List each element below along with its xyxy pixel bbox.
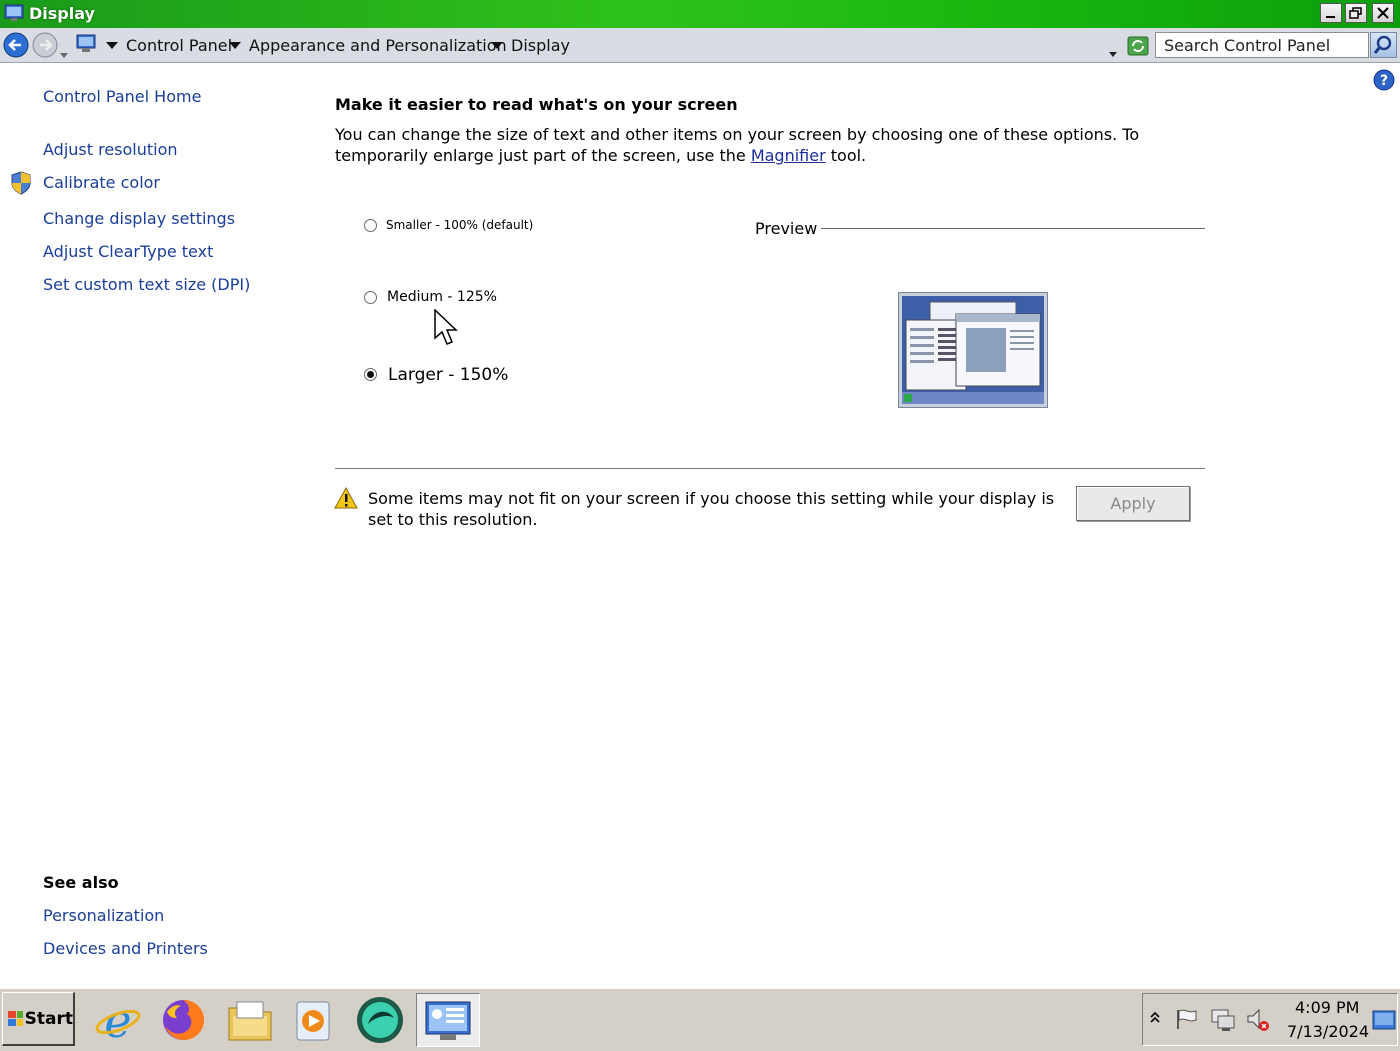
- help-icon[interactable]: ?: [1373, 69, 1395, 91]
- chevron-down-icon[interactable]: [491, 42, 503, 49]
- change-display-settings-link[interactable]: Change display settings: [43, 209, 235, 228]
- description-text-end: tool.: [825, 146, 867, 165]
- recent-pages-dropdown[interactable]: [60, 44, 68, 58]
- option-medium-label[interactable]: Medium - 125%: [387, 289, 497, 305]
- personalization-link[interactable]: Personalization: [43, 906, 164, 925]
- apply-button[interactable]: Apply: [1076, 486, 1190, 521]
- start-button[interactable]: Start: [2, 992, 75, 1046]
- search-box: [1155, 32, 1369, 58]
- refresh-button[interactable]: [1127, 36, 1149, 56]
- warning-icon: [334, 486, 358, 509]
- radio-smaller[interactable]: [364, 219, 377, 232]
- control-panel-taskbar-icon[interactable]: [420, 994, 476, 1046]
- restore-button[interactable]: [1345, 3, 1367, 23]
- page-heading: Make it easier to read what's on your sc…: [335, 95, 738, 114]
- app-icon-circle[interactable]: [352, 994, 408, 1046]
- shield-icon: [10, 171, 32, 195]
- magnifier-link[interactable]: Magnifier: [751, 146, 826, 165]
- show-desktop-button[interactable]: [1372, 1008, 1396, 1034]
- radio-medium[interactable]: [364, 291, 377, 304]
- window-title: Display: [29, 4, 95, 23]
- section-divider: [335, 468, 1205, 469]
- breadcrumb-display[interactable]: Display: [511, 36, 570, 55]
- option-larger-label[interactable]: Larger - 150%: [388, 365, 508, 385]
- see-also-heading: See also: [43, 873, 119, 892]
- windows-logo-icon: [8, 1010, 23, 1026]
- svg-text:?: ?: [1380, 73, 1388, 89]
- minimize-button[interactable]: [1320, 3, 1342, 23]
- internet-explorer-icon[interactable]: e: [90, 994, 146, 1046]
- clock-date[interactable]: 7/13/2024: [1287, 1022, 1369, 1041]
- devices-printers-link[interactable]: Devices and Printers: [43, 939, 208, 958]
- option-smaller-label[interactable]: Smaller - 100% (default): [386, 218, 533, 232]
- address-dropdown-icon[interactable]: [1108, 43, 1118, 57]
- start-label: Start: [24, 1008, 73, 1029]
- breadcrumb-control-panel[interactable]: Control Panel: [126, 36, 232, 55]
- search-button[interactable]: [1370, 32, 1397, 58]
- show-hidden-icons-button[interactable]: [1149, 1010, 1161, 1024]
- firefox-icon[interactable]: [155, 994, 211, 1046]
- page-description: You can change the size of text and othe…: [335, 124, 1205, 166]
- control-panel-icon: [76, 34, 98, 54]
- chevron-down-icon[interactable]: [229, 42, 241, 49]
- adjust-resolution-link[interactable]: Adjust resolution: [43, 140, 178, 159]
- media-player-icon[interactable]: [285, 994, 341, 1046]
- forward-button[interactable]: [32, 32, 58, 58]
- control-panel-home-link[interactable]: Control Panel Home: [43, 87, 201, 106]
- warning-message: Some items may not fit on your screen if…: [368, 489, 1055, 529]
- action-center-flag-icon[interactable]: [1175, 1008, 1199, 1030]
- preview-divider: [821, 228, 1205, 229]
- custom-text-size-link[interactable]: Set custom text size (DPI): [43, 275, 250, 294]
- close-button[interactable]: [1372, 3, 1394, 23]
- title-bar: [0, 0, 1400, 28]
- preview-image: [898, 292, 1048, 408]
- file-explorer-icon[interactable]: [222, 994, 278, 1046]
- display-app-icon: [4, 3, 24, 23]
- back-button[interactable]: [3, 32, 29, 58]
- search-input[interactable]: [1156, 33, 1368, 57]
- clock-time[interactable]: 4:09 PM: [1295, 998, 1359, 1017]
- preview-label: Preview: [755, 219, 818, 238]
- mouse-cursor-icon: [434, 308, 460, 349]
- svg-text:e: e: [104, 996, 131, 1044]
- adjust-cleartype-link[interactable]: Adjust ClearType text: [43, 242, 213, 261]
- description-text: You can change the size of text and othe…: [335, 125, 1140, 165]
- radio-larger[interactable]: [364, 368, 377, 381]
- volume-muted-icon[interactable]: [1245, 1007, 1271, 1033]
- network-icon[interactable]: [1210, 1008, 1236, 1032]
- chevron-down-icon[interactable]: [106, 42, 118, 49]
- calibrate-color-link[interactable]: Calibrate color: [43, 173, 160, 192]
- breadcrumb-appearance[interactable]: Appearance and Personalization: [249, 36, 507, 55]
